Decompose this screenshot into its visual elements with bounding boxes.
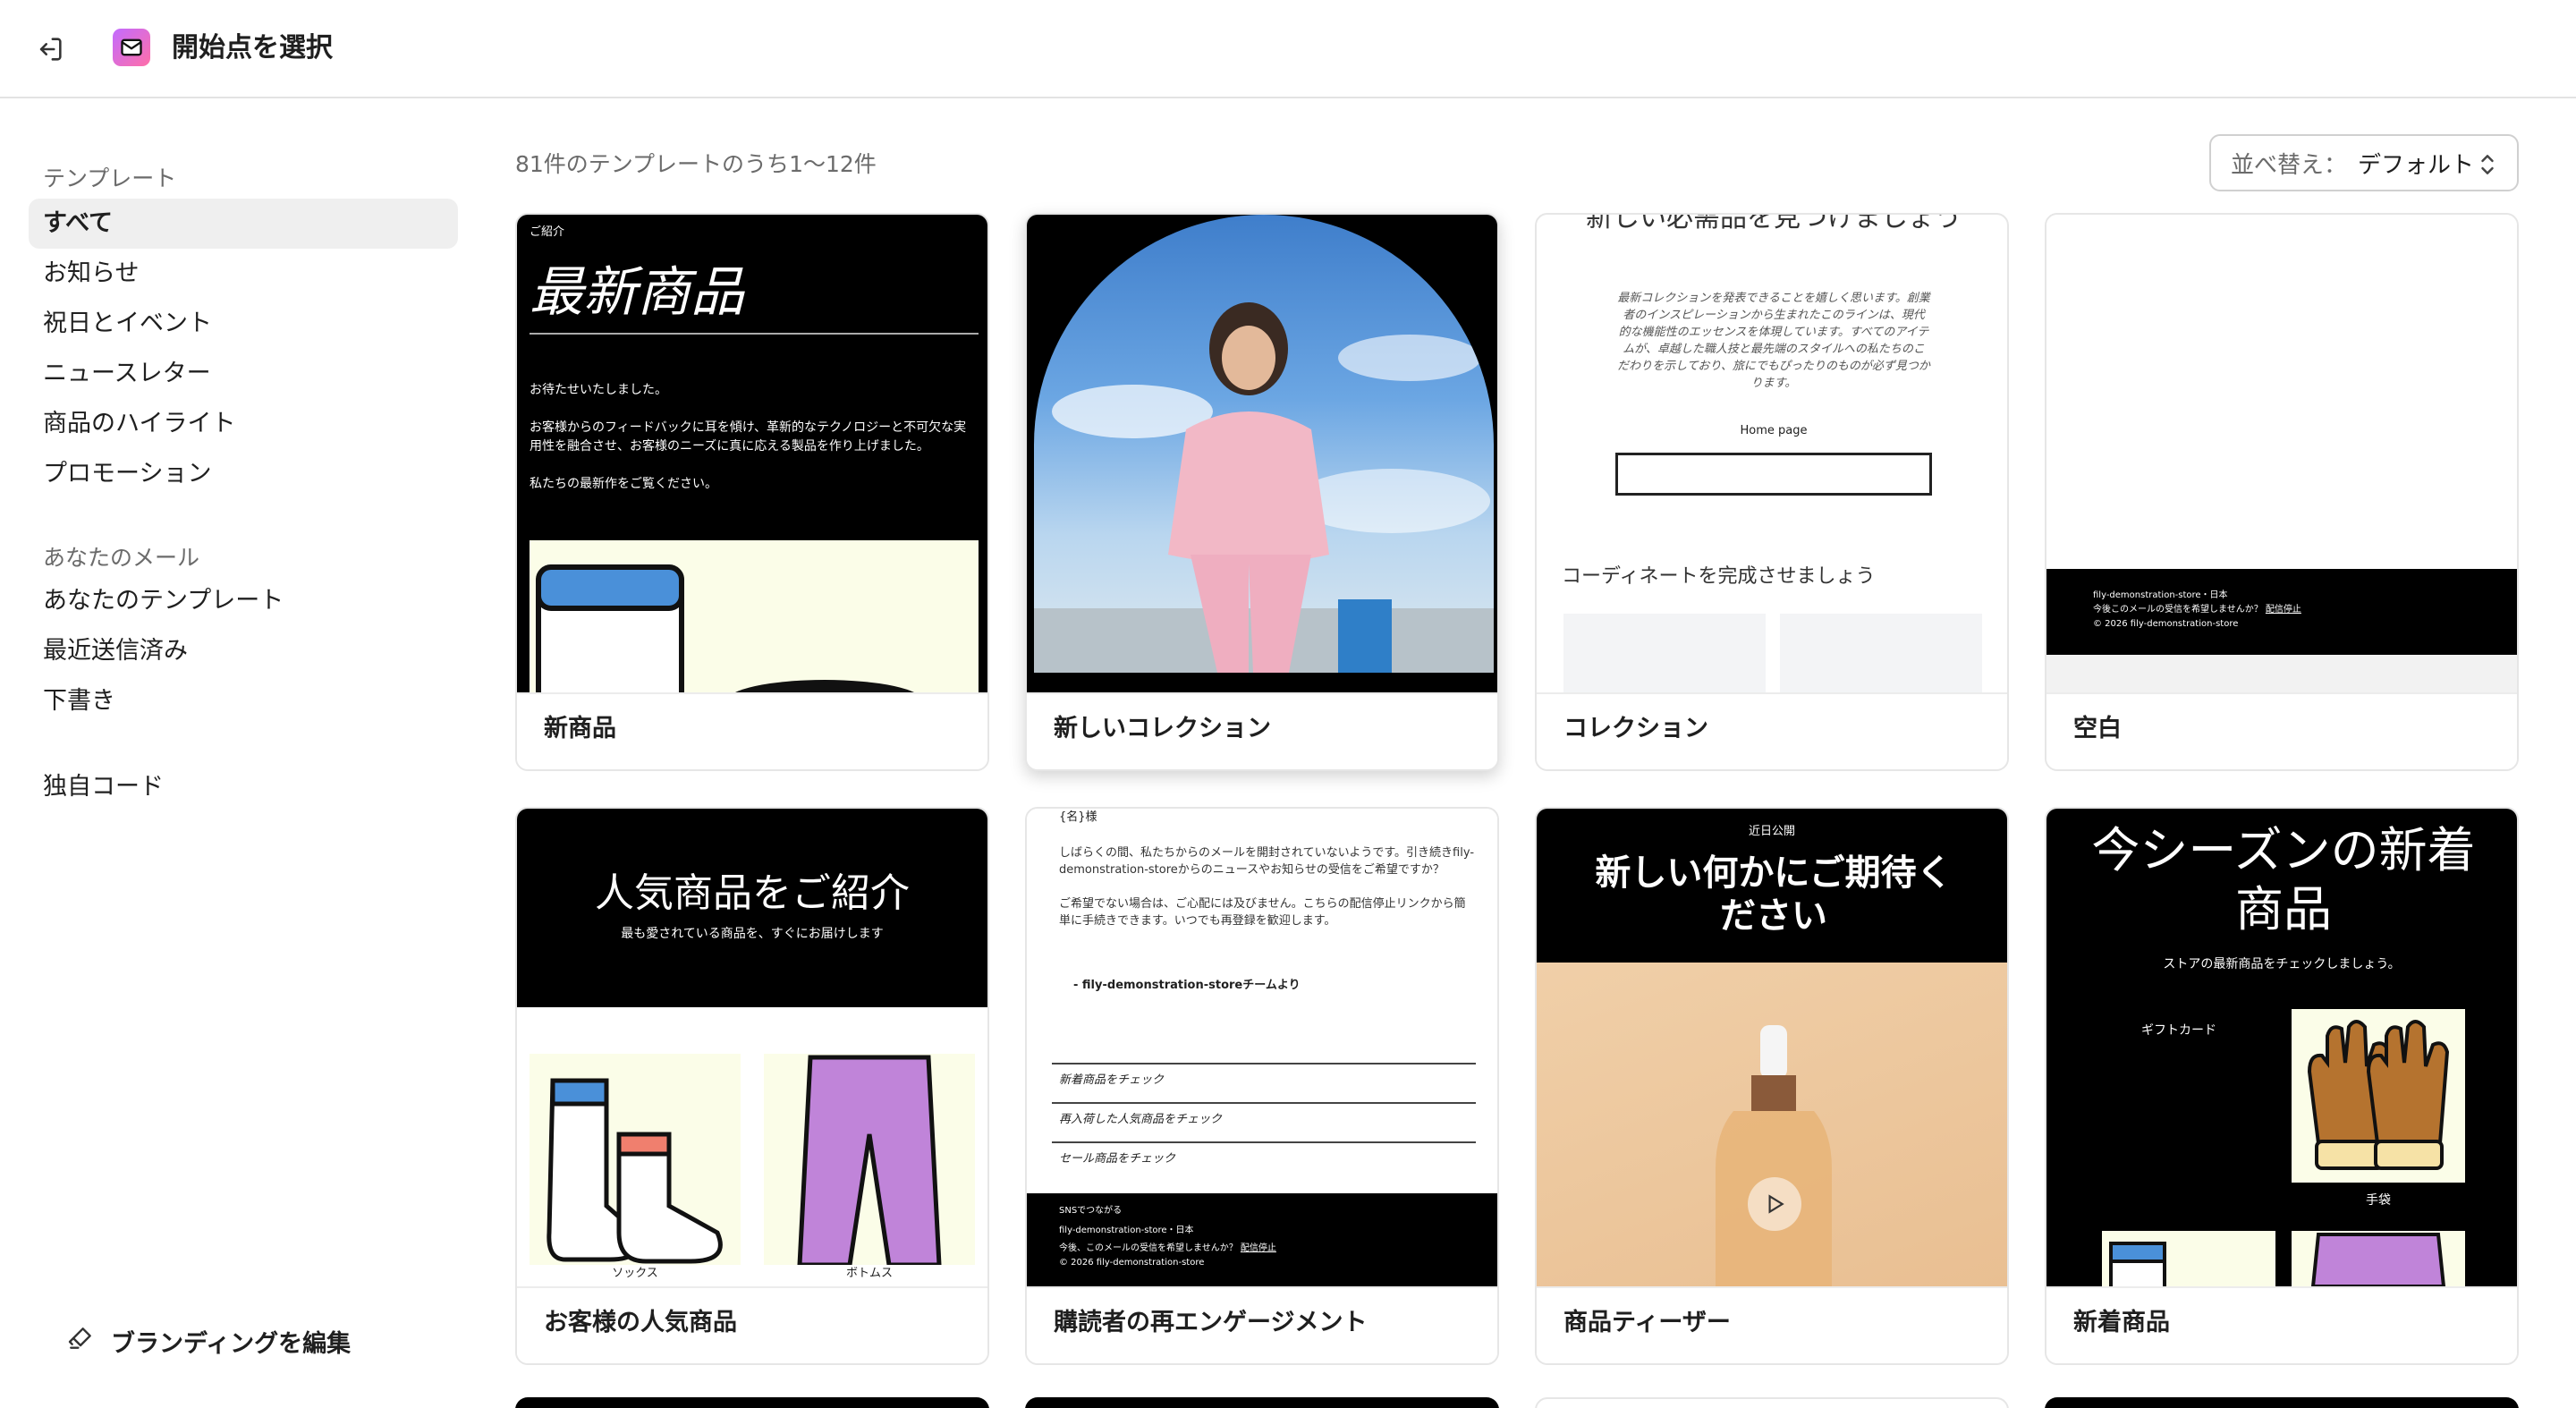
template-preview: ご紹介 最新商品 お待たせいたしました。 お客様からのフィードバックに耳を傾け、… [517, 215, 987, 692]
sidebar-item-drafts[interactable]: 下書き [29, 676, 458, 726]
preview-link: Home page [1740, 424, 1808, 437]
preview-subtitle: 最も愛されている商品を、すぐにお届けします [621, 927, 884, 941]
preview-text: お待たせいたしました。 お客様からのフィードバックに耳を傾け、革新的なテクノロジ… [530, 383, 967, 491]
socks-image [2102, 1231, 2275, 1286]
preview-subtitle: ストアの最新商品をチェックしましょう。 [2163, 957, 2401, 971]
sidebar-item-highlights[interactable]: 商品のハイライト [29, 399, 458, 449]
sidebar-item-promotions[interactable]: プロモーション [29, 449, 458, 499]
template-preview: {名}様 しばらくの間、私たちからのメールを開封されていないようです。引き続きf… [1027, 809, 1497, 1286]
sidebar-section-mail: あなたのメール [43, 545, 200, 571]
gloves-label: 手袋 [2366, 1193, 2391, 1208]
preview-section: コーディネートを完成させましょう [1562, 565, 1876, 588]
brush-icon [66, 1324, 95, 1359]
preview-title: 新しい何かにご期待ください [1595, 852, 1953, 937]
template-card-new-collection[interactable]: 新しいコレクション [1025, 213, 1499, 771]
template-card-peek[interactable] [1025, 1397, 1499, 1408]
edit-branding-label: ブランディングを編集 [111, 1330, 352, 1358]
preview-link: 新着商品をチェック [1059, 1073, 1165, 1087]
preview-link: 再入荷した人気商品をチェック [1059, 1113, 1223, 1126]
template-name: 新しいコレクション [1054, 715, 1271, 742]
sort-label: 並べ替え： [2231, 151, 2348, 179]
preview-text: 最新コレクションを発表できることを嬉しく思います。創業者のインスピレーションから… [1617, 292, 1930, 390]
template-card-new-arrivals[interactable]: 今シーズンの新着商品 ストアの最新商品をチェックしましょう。 ギフトカード 手袋… [2045, 807, 2519, 1365]
template-preview: fily-demonstration-store・日本 今後このメールの受信を希… [2046, 215, 2517, 692]
preview-greeting: {名}様 [1059, 810, 1097, 824]
app-logo-icon [113, 29, 150, 66]
template-count: 81件のテンプレートのうち1〜12件 [515, 151, 877, 177]
template-card-popular-products[interactable]: 人気商品をご紹介 最も愛されている商品を、すぐにお届けします ソックス ボトムス… [515, 807, 989, 1365]
preview-footer: SNSでつながる fily-demonstration-store・日本 今後、… [1027, 1193, 1497, 1286]
exit-icon[interactable] [30, 30, 70, 69]
item-label: ソックス [612, 1267, 658, 1280]
template-card-collection[interactable]: 新しい必需品を見つけましょう 最新コレクションを発表できることを嬉しく思います。… [1535, 213, 2009, 771]
preview-divider [530, 333, 979, 335]
chevron-updown-icon [2478, 152, 2497, 183]
sidebar-item-holidays[interactable]: 祝日とイベント [29, 299, 458, 349]
template-card-reengagement[interactable]: {名}様 しばらくの間、私たちからのメールを開封されていないようです。引き続きf… [1025, 807, 1499, 1365]
socks-image [530, 1054, 741, 1265]
template-name: 空白 [2073, 715, 2122, 742]
sidebar-section-templates: テンプレート [43, 165, 177, 191]
gift-card-label: ギフトカード [2141, 1023, 2216, 1038]
sidebar-item-all[interactable]: すべて [29, 199, 458, 249]
sidebar-item-newsletter[interactable]: ニュースレター [29, 349, 458, 399]
preview-footer: fily-demonstration-store・日本 今後このメールの受信を希… [2046, 569, 2517, 655]
pants-image [764, 1054, 975, 1268]
template-card-new-product[interactable]: ご紹介 最新商品 お待たせいたしました。 お客様からのフィードバックに耳を傾け、… [515, 213, 989, 771]
template-card-peek[interactable] [2045, 1397, 2519, 1408]
model-photo [1034, 215, 1494, 673]
preview-title: 今シーズンの新着商品 [2091, 822, 2476, 937]
preview-title: 人気商品をご紹介 [595, 870, 910, 916]
template-name: 新着商品 [2073, 1309, 2170, 1336]
serum-photo [1537, 963, 2007, 1286]
template-preview [1027, 215, 1497, 692]
template-preview: 人気商品をご紹介 最も愛されている商品を、すぐにお届けします ソックス ボトムス [517, 809, 987, 1286]
preview-eyebrow: ご紹介 [530, 225, 565, 239]
gloves-image [2292, 1009, 2465, 1183]
preview-eyebrow: 近日公開 [1748, 825, 1795, 838]
play-icon[interactable] [1748, 1177, 1801, 1231]
template-name: 購読者の再エンゲージメント [1054, 1309, 1368, 1336]
sidebar-item-recent-sent[interactable]: 最近送信済み [29, 626, 458, 676]
sidebar: テンプレート すべて お知らせ 祝日とイベント ニュースレター 商品のハイライト… [0, 100, 474, 1408]
preview-title: 新しい必需品を見つけましょう [1586, 215, 1962, 233]
edit-branding-button[interactable]: ブランディングを編集 [66, 1324, 351, 1359]
template-name: 新商品 [544, 715, 616, 742]
template-card-peek[interactable] [1535, 1397, 2009, 1408]
preview-sign: - fily-demonstration-storeチームより [1073, 979, 1301, 992]
preview-button [1615, 453, 1932, 496]
template-preview: 近日公開 新しい何かにご期待ください [1537, 809, 2007, 1286]
preview-title: 最新商品 [530, 261, 744, 324]
template-name: 商品ティーザー [1563, 1309, 1731, 1336]
template-name: お客様の人気商品 [544, 1309, 737, 1336]
template-card-peek[interactable] [515, 1397, 989, 1408]
template-name: コレクション [1563, 715, 1708, 742]
page-title: 開始点を選択 [172, 32, 333, 64]
pants-image [2292, 1231, 2465, 1286]
template-preview: 今シーズンの新着商品 ストアの最新商品をチェックしましょう。 ギフトカード 手袋 [2046, 809, 2517, 1286]
item-label: ボトムス [845, 1267, 893, 1280]
sidebar-item-announcements[interactable]: お知らせ [29, 249, 458, 299]
template-preview: 新しい必需品を見つけましょう 最新コレクションを発表できることを嬉しく思います。… [1537, 215, 2007, 692]
preview-text: しばらくの間、私たちからのメールを開封されていないようです。引き続きfily-d… [1059, 846, 1475, 928]
top-bar: 開始点を選択 [0, 0, 2576, 98]
sort-value: デフォルト [2358, 151, 2475, 179]
sort-select[interactable]: 並べ替え： デフォルト [2209, 134, 2519, 191]
template-card-blank[interactable]: fily-demonstration-store・日本 今後このメールの受信を希… [2045, 213, 2519, 771]
product-image [530, 540, 979, 692]
sidebar-item-your-templates[interactable]: あなたのテンプレート [29, 576, 458, 626]
sidebar-item-custom-code[interactable]: 独自コード [29, 762, 458, 812]
template-card-product-teaser[interactable]: 近日公開 新しい何かにご期待ください 商品ティーザー [1535, 807, 2009, 1365]
preview-link: セール商品をチェック [1059, 1152, 1176, 1166]
